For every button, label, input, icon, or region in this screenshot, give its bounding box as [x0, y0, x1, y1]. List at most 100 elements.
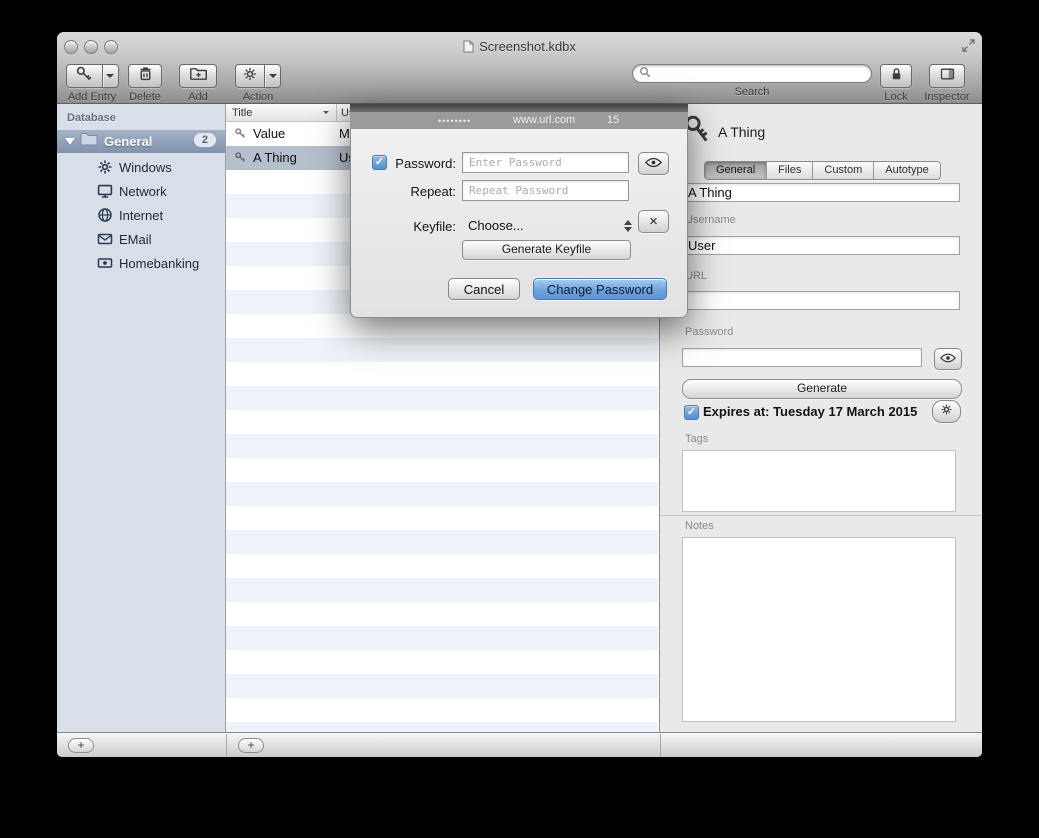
clear-keyfile-button[interactable]: × — [638, 210, 669, 233]
action-label: Action — [233, 91, 283, 103]
fullscreen-icon[interactable] — [962, 39, 975, 57]
action-group: Action — [233, 64, 283, 103]
envelope-icon — [97, 231, 113, 247]
add-group-button[interactable] — [179, 64, 217, 88]
inspector-tabs: General Files Custom Autotype — [704, 161, 941, 180]
inspector-entry-title: A Thing — [718, 124, 765, 140]
folder-icon — [80, 132, 98, 151]
show-password-button[interactable] — [638, 152, 669, 175]
inspector-button[interactable] — [929, 64, 965, 88]
dimmed-url-cell: www.url.com — [513, 114, 575, 126]
document-icon — [463, 39, 479, 54]
dimmed-modified-cell: 15 — [607, 114, 619, 126]
sidebar-item-internet[interactable]: Internet — [57, 203, 225, 227]
disclosure-triangle-icon[interactable] — [65, 138, 75, 145]
cancel-button[interactable]: Cancel — [448, 278, 520, 300]
sidebar-item-label: Homebanking — [119, 256, 199, 271]
delete-label: Delete — [127, 91, 163, 103]
tags-field[interactable] — [682, 450, 956, 512]
add-entry-dropdown[interactable] — [103, 64, 119, 88]
inspector-label: Inspector — [923, 91, 971, 103]
eye-icon — [645, 155, 662, 173]
sheet-repeat-label: Repeat: — [351, 184, 456, 199]
inspector-group: Inspector — [923, 64, 971, 103]
group-label: General — [104, 134, 152, 149]
action-button[interactable] — [235, 64, 265, 88]
url-label: URL — [685, 270, 707, 282]
sidebar-item-email[interactable]: EMail — [57, 227, 225, 251]
generate-password-button[interactable]: Generate — [682, 379, 962, 399]
search-group: Search — [632, 64, 872, 98]
sidebar: Database General 2 Windows Network Inter… — [57, 104, 226, 732]
key-icon — [234, 127, 247, 143]
sidebar-group-general[interactable]: General 2 — [57, 130, 225, 153]
lock-icon — [889, 66, 904, 87]
globe-icon — [97, 207, 113, 223]
sidebar-item-network[interactable]: Network — [57, 179, 225, 203]
delete-button[interactable] — [128, 64, 162, 88]
sheet-keyfile-label: Keyfile: — [351, 219, 456, 234]
group-count-badge: 2 — [194, 133, 216, 147]
add-entry-plus-button[interactable]: + — [238, 738, 264, 753]
dimmed-password-cell: •••••••• — [438, 116, 471, 126]
password-label: Password — [685, 326, 733, 338]
add-group-plus-button[interactable]: + — [68, 738, 94, 753]
sheet-password-label: Password: — [351, 156, 456, 171]
tags-label: Tags — [685, 433, 708, 445]
add-entry-button[interactable] — [66, 64, 103, 88]
keyfile-popup[interactable]: Choose... — [468, 218, 524, 233]
eye-icon — [940, 350, 956, 368]
new-password-input[interactable] — [462, 152, 629, 173]
search-label: Search — [632, 86, 872, 98]
pane-divider — [660, 734, 661, 757]
title-field[interactable] — [682, 183, 960, 202]
tab-autotype[interactable]: Autotype — [873, 162, 939, 179]
popup-stepper-icon[interactable] — [624, 216, 632, 236]
lock-button[interactable] — [880, 64, 912, 88]
section-divider — [660, 515, 982, 516]
sidebar-item-homebanking[interactable]: Homebanking — [57, 251, 225, 275]
sort-descending-icon — [323, 111, 329, 117]
action-dropdown[interactable] — [265, 64, 281, 88]
gear-icon — [97, 159, 113, 175]
username-label: Username — [685, 214, 736, 226]
search-input[interactable] — [655, 65, 871, 82]
gear-icon — [242, 66, 258, 87]
dimmed-table-row: •••••••• www.url.com 15 — [350, 112, 688, 129]
sheet-top-shadow — [350, 104, 688, 112]
folder-plus-icon — [189, 66, 208, 87]
bottom-bar: + + — [57, 732, 982, 757]
pane-divider — [226, 734, 227, 757]
panel-icon — [939, 66, 956, 87]
repeat-password-input[interactable] — [462, 180, 629, 201]
notes-field[interactable] — [682, 537, 956, 722]
banking-icon — [97, 255, 113, 271]
url-field[interactable] — [682, 291, 960, 310]
sidebar-item-windows[interactable]: Windows — [57, 155, 225, 179]
password-field[interactable] — [682, 348, 922, 367]
sidebar-section-header: Database — [67, 112, 116, 124]
generate-keyfile-button[interactable]: Generate Keyfile — [462, 240, 631, 260]
expires-settings-button[interactable] — [932, 400, 961, 423]
search-icon — [639, 65, 651, 83]
tab-general[interactable]: General — [705, 162, 766, 179]
entry-title-cell: Value — [253, 126, 285, 141]
sidebar-item-label: Network — [119, 184, 167, 199]
notes-label: Notes — [685, 520, 714, 532]
expires-checkbox[interactable]: ✓ — [684, 405, 699, 420]
sheet-body: ✓ Password: Repeat: Keyfile: Choose... ×… — [350, 129, 688, 318]
tab-files[interactable]: Files — [766, 162, 812, 179]
column-header-title[interactable]: Title — [232, 107, 252, 119]
key-icon — [234, 151, 247, 167]
tab-custom[interactable]: Custom — [812, 162, 873, 179]
show-password-button[interactable] — [934, 348, 962, 370]
add-entry-label: Add Entry — [65, 91, 119, 103]
title-bar[interactable]: Screenshot.kdbx Add Entry — [57, 32, 982, 104]
change-password-sheet: •••••••• www.url.com 15 ✓ Password: Repe… — [350, 104, 688, 318]
key-icon — [75, 65, 93, 88]
username-field[interactable] — [682, 236, 960, 255]
search-field[interactable] — [632, 64, 872, 83]
column-divider[interactable] — [336, 104, 337, 121]
sidebar-item-label: Internet — [119, 208, 163, 223]
change-password-button[interactable]: Change Password — [533, 278, 667, 300]
